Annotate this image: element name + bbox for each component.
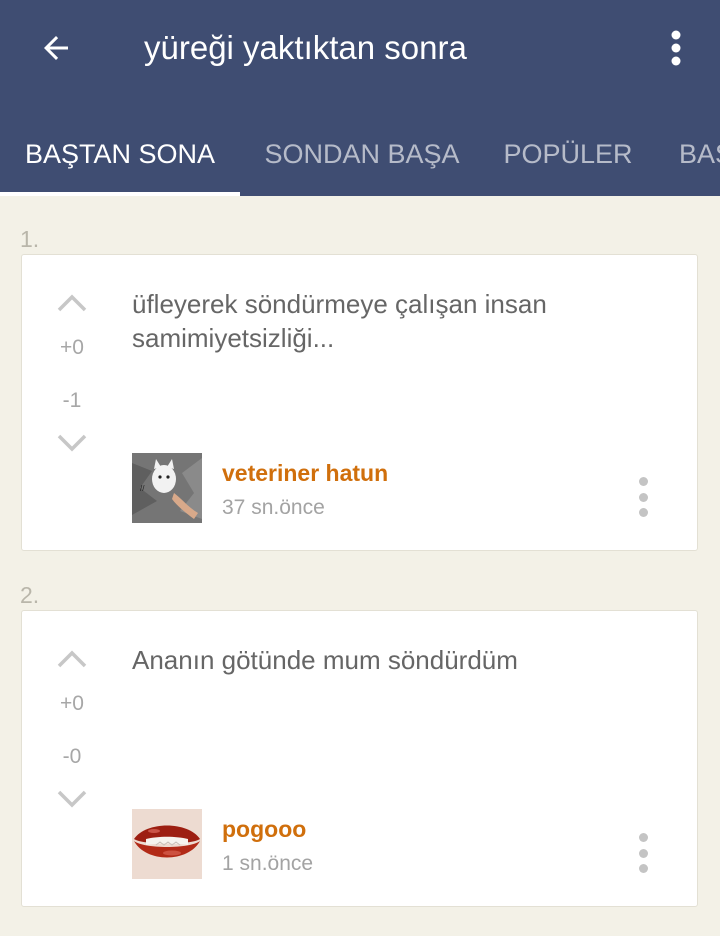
overflow-menu-button[interactable] [650, 22, 702, 74]
more-vertical-icon [638, 833, 648, 842]
upvote-button[interactable] [52, 645, 92, 673]
active-tab-indicator [0, 192, 240, 196]
tab-partial[interactable]: BAŞ [679, 112, 720, 196]
svg-text://: // [140, 484, 145, 493]
author-avatar[interactable] [132, 809, 202, 879]
entry-menu-button[interactable] [628, 831, 658, 875]
chevron-up-icon [57, 650, 87, 668]
downvote-count: -1 [62, 389, 82, 412]
upvote-button[interactable] [52, 289, 92, 317]
entry-text: Ananın götünde mum söndürdüm [132, 645, 518, 675]
author-name[interactable]: veteriner hatun [222, 460, 388, 487]
more-vertical-icon [638, 477, 648, 486]
tab-populer[interactable]: POPÜLER [484, 112, 652, 196]
more-vertical-icon [671, 30, 681, 66]
chevron-up-icon [57, 294, 87, 312]
entry-menu-button[interactable] [628, 475, 658, 519]
downvote-button[interactable] [52, 785, 92, 813]
entry-card: +0 -0 Ananın götünde mum söndürdüm pogoo… [21, 610, 698, 907]
downvote-button[interactable] [52, 429, 92, 457]
menu-dot [638, 848, 648, 858]
upvote-count: +0 [60, 692, 84, 715]
tab-bar: BAŞTAN SONA SONDAN BAŞA POPÜLER BAŞ [0, 112, 720, 196]
downvote-count: -0 [62, 745, 82, 768]
app-bar: yüreği yaktıktan sonra BAŞTAN SONA SONDA… [0, 0, 720, 196]
chevron-down-icon [57, 434, 87, 452]
author-name[interactable]: pogooo [222, 816, 306, 843]
page-title: yüreği yaktıktan sonra [144, 29, 467, 66]
entry-time: 1 sn.önce [222, 852, 314, 875]
arrow-left-icon [44, 36, 68, 60]
entry-card: +0 -1 üfleyerek söndürmeye çalışan insan… [21, 254, 698, 551]
menu-dot [638, 864, 648, 873]
back-button[interactable] [30, 22, 82, 74]
menu-dot [638, 492, 648, 502]
upvote-count: +0 [60, 336, 84, 359]
tab-sondan-basa[interactable]: SONDAN BAŞA [240, 112, 484, 196]
entry-index: 2. [20, 582, 40, 608]
entry-time: 37 sn.önce [222, 496, 325, 519]
entry-index: 1. [20, 226, 40, 252]
author-avatar[interactable]: // [132, 453, 202, 523]
tab-bastan-sona[interactable]: BAŞTAN SONA [0, 112, 240, 196]
entry-text: üfleyerek söndürmeye çalışan insan samim… [132, 289, 547, 353]
chevron-down-icon [57, 790, 87, 808]
menu-dot [638, 508, 648, 517]
